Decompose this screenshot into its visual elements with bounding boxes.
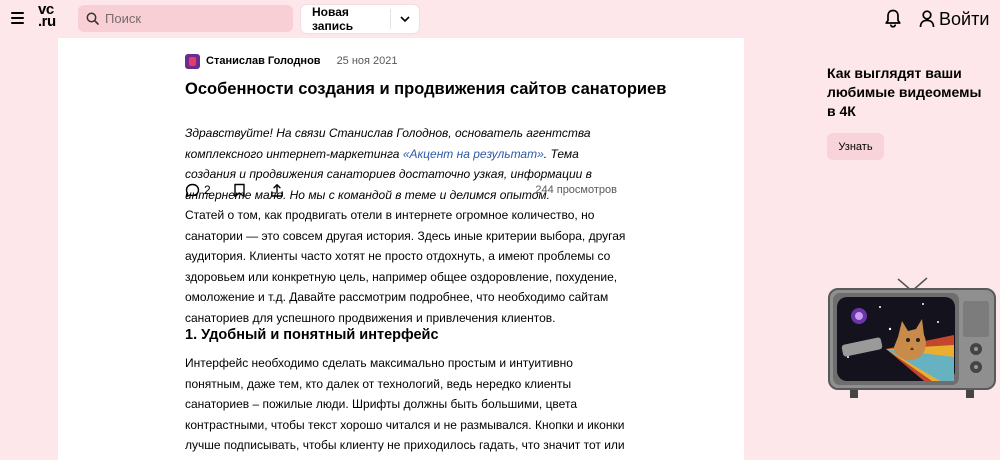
agency-link[interactable]: «Акцент на результат» — [403, 147, 544, 161]
comments-count: 2 — [204, 183, 211, 197]
menu-icon[interactable] — [11, 12, 24, 24]
search-input[interactable] — [105, 11, 285, 26]
article-title: Особенности создания и продвижения сайто… — [185, 80, 667, 98]
post-date[interactable]: 25 ноя 2021 — [337, 55, 398, 67]
login-button[interactable]: Войти — [919, 7, 989, 31]
new-post-button[interactable]: Новая запись — [301, 5, 390, 33]
search-box[interactable] — [78, 5, 293, 32]
author-name[interactable]: Станислав Голоднов — [206, 55, 321, 67]
article-actions: 2 244 просмотров — [185, 181, 617, 199]
paragraph-intro: Статей о том, как продвигать отели в инт… — [185, 208, 626, 325]
views-count: 244 просмотров — [535, 184, 617, 196]
user-icon — [919, 10, 935, 28]
new-post-control: Новая запись — [301, 5, 419, 33]
share-icon — [270, 183, 283, 197]
login-label: Войти — [939, 8, 990, 29]
new-post-dropdown-button[interactable] — [391, 5, 419, 33]
retro-tv-illustration[interactable] — [828, 277, 996, 399]
paragraph-interface: Интерфейс необходимо сделать максимально… — [185, 356, 625, 460]
author-avatar[interactable] — [185, 53, 200, 69]
article-card: Станислав Голоднов 25 ноя 2021 Особеннос… — [58, 38, 744, 460]
search-icon — [86, 12, 99, 25]
learn-more-button[interactable]: Узнать — [827, 133, 884, 160]
comment-icon — [185, 183, 200, 197]
bell-icon[interactable] — [884, 9, 902, 28]
author-row: Станислав Голоднов 25 ноя 2021 — [185, 52, 398, 70]
share-button[interactable] — [270, 183, 284, 198]
promo-title[interactable]: Как выглядят ваши любимые видеомемы в 4К — [827, 64, 987, 121]
top-bar: vc .ru Новая запись Войти — [0, 0, 1000, 38]
logo-line-2: .ru — [38, 13, 56, 30]
chevron-down-icon — [400, 15, 410, 22]
comments-button[interactable]: 2 — [185, 183, 211, 198]
section-heading: 1. Удобный и понятный интерфейс — [185, 327, 439, 343]
bookmark-icon — [233, 183, 245, 197]
site-logo[interactable]: vc .ru — [38, 2, 64, 32]
bookmark-button[interactable] — [233, 183, 246, 198]
